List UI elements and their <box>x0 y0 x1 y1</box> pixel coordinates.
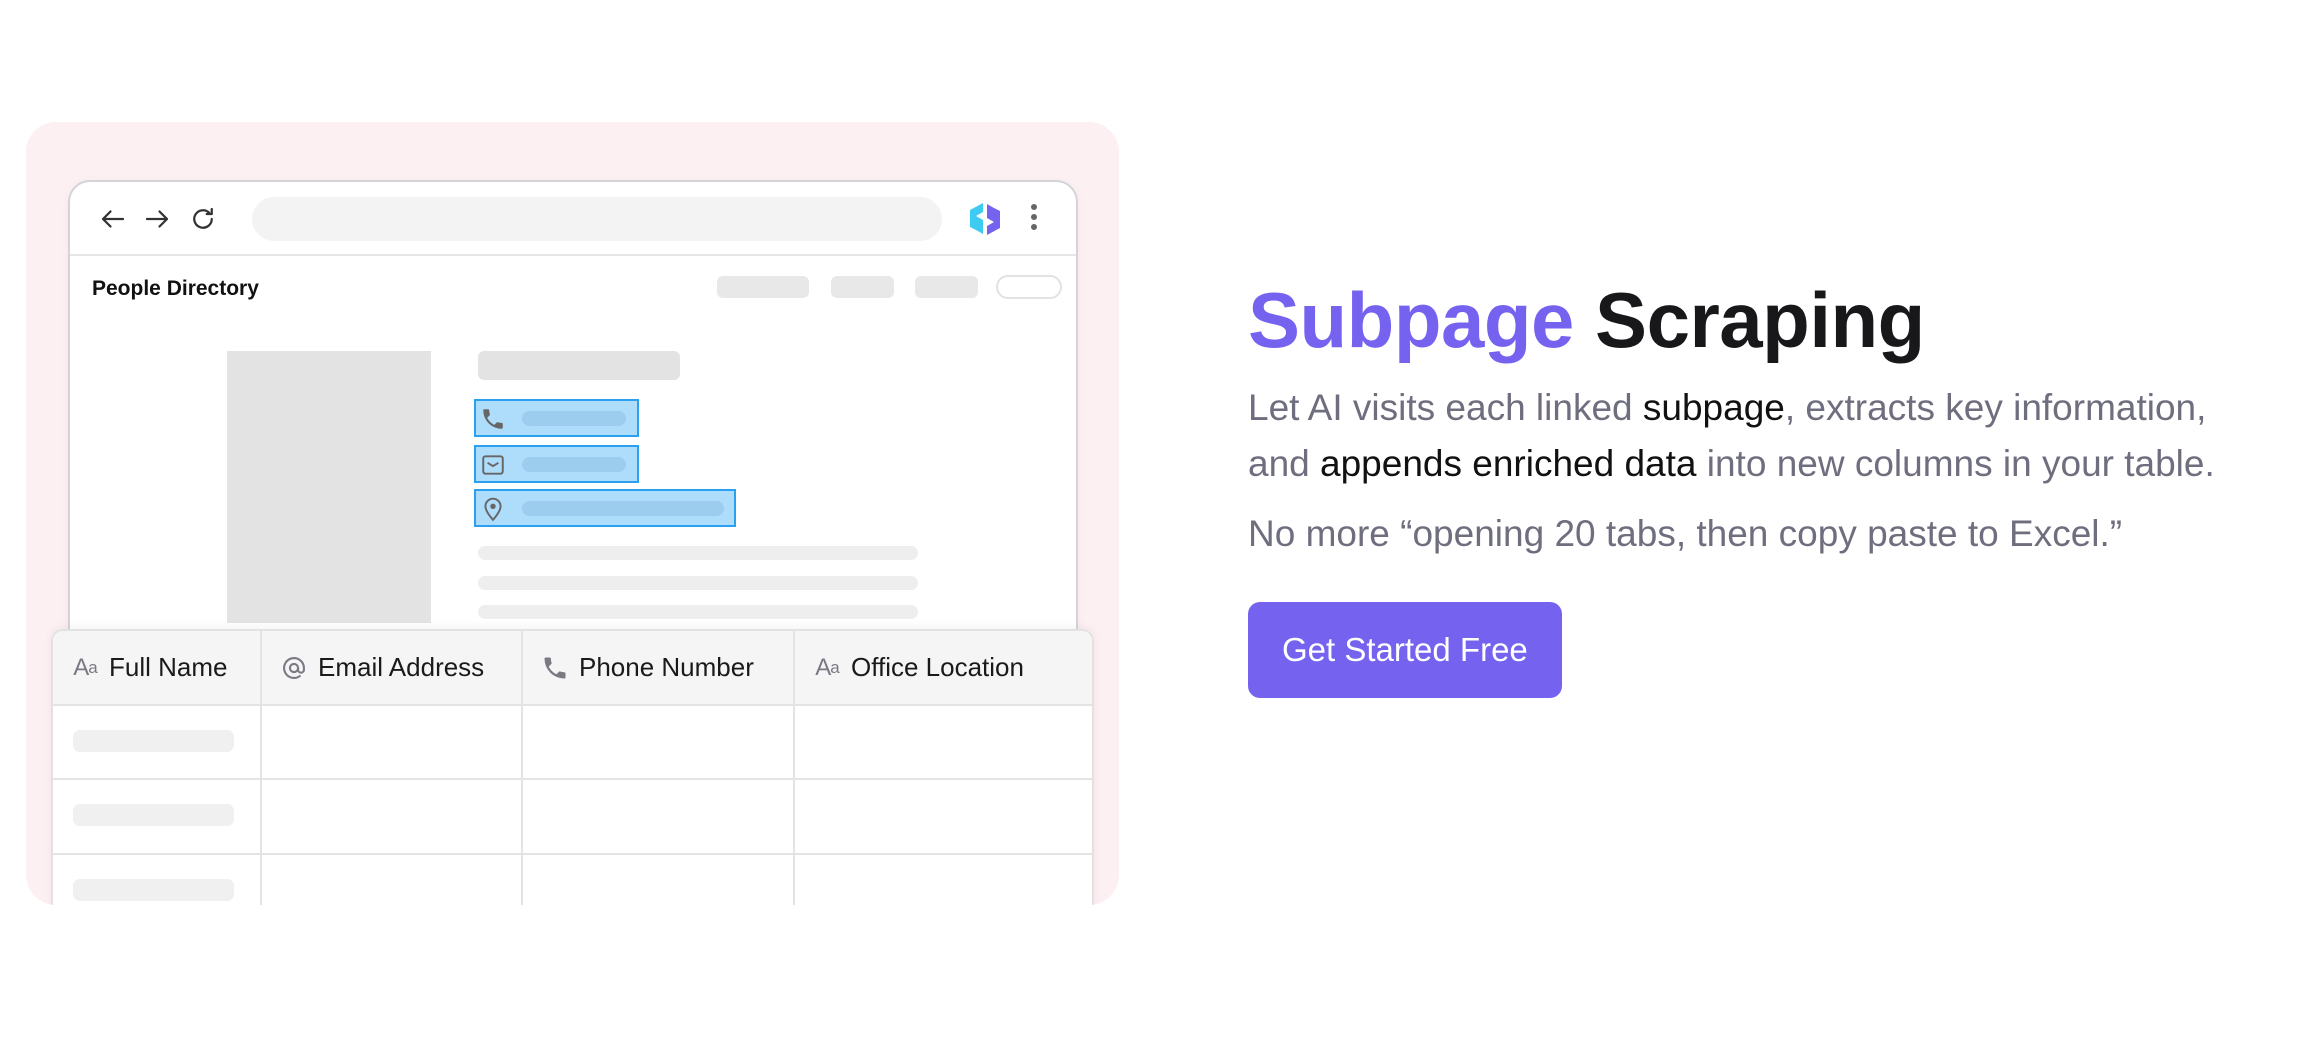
kebab-menu-icon[interactable] <box>1028 200 1040 236</box>
field-value-placeholder <box>522 457 626 472</box>
profile-name-placeholder <box>478 351 680 380</box>
table-header: Aa Full Name Email Address Phone Number … <box>53 631 1092 704</box>
browser-toolbar <box>70 182 1076 256</box>
column-header-phone-number[interactable]: Phone Number <box>523 631 795 704</box>
illustration-card: People Directory A a Full Name Email Add… <box>26 122 1119 905</box>
text-type-icon: Aa <box>73 653 98 681</box>
table-row <box>53 704 1092 779</box>
table-cell <box>523 706 795 779</box>
field-value-placeholder <box>522 411 626 426</box>
table-cell <box>795 780 1092 853</box>
nav-placeholder <box>915 276 978 298</box>
feature-description: Let AI visits each linked subpage, extra… <box>1248 380 2258 492</box>
column-label: Phone Number <box>579 652 754 682</box>
nav-placeholder <box>831 276 894 298</box>
description-text: into new columns in your table. <box>1696 443 2215 484</box>
get-started-button[interactable]: Get Started Free <box>1248 602 1562 698</box>
column-label: Email Address <box>318 652 485 682</box>
description-emphasis: subpage <box>1642 387 1785 428</box>
cell-placeholder <box>73 879 234 901</box>
feature-title-accent: Subpage <box>1248 276 1574 364</box>
column-header-office-location[interactable]: Aa Office Location <box>795 631 1092 704</box>
cell-placeholder <box>73 730 234 752</box>
table-cell <box>262 855 523 905</box>
highlighted-field-location <box>474 489 736 527</box>
location-pin-icon <box>480 496 506 522</box>
table-row <box>53 853 1092 905</box>
table-cell <box>53 706 262 779</box>
table-cell <box>262 706 523 779</box>
arrow-left-icon[interactable] <box>98 204 128 234</box>
column-header-full-name[interactable]: Aa Full Name <box>53 631 262 704</box>
cell-placeholder <box>73 804 234 826</box>
highlighted-field-email <box>474 445 639 483</box>
arrow-right-icon[interactable] <box>142 204 172 234</box>
table-row <box>53 778 1092 853</box>
reload-icon[interactable] <box>188 204 218 234</box>
text-type-icon: Aa <box>815 653 840 681</box>
data-table: Aa Full Name Email Address Phone Number … <box>51 629 1094 905</box>
mail-icon <box>480 452 506 478</box>
phone-icon <box>480 406 506 432</box>
table-cell <box>795 706 1092 779</box>
column-header-email-address[interactable]: Email Address <box>262 631 523 704</box>
nav-placeholder <box>717 276 809 298</box>
site-title: People Directory <box>92 277 259 300</box>
text-line-placeholder <box>478 546 918 560</box>
table-cell <box>53 855 262 905</box>
field-value-placeholder <box>522 501 724 516</box>
table-cell <box>523 780 795 853</box>
feature-section: Subpage Scraping Let AI visits each link… <box>1248 270 2258 698</box>
column-label: Office Location <box>851 652 1024 682</box>
text-line-placeholder <box>478 576 918 590</box>
highlighted-field-phone <box>474 399 639 437</box>
table-cell <box>795 855 1092 905</box>
table-cell <box>262 780 523 853</box>
feature-note: No more “opening 20 tabs, then copy past… <box>1248 513 2123 554</box>
feature-title: Subpage Scraping <box>1248 270 2258 370</box>
table-cell <box>53 780 262 853</box>
nav-button-placeholder <box>996 275 1062 299</box>
feature-title-rest: Scraping <box>1595 276 1925 364</box>
at-sign-icon <box>280 654 308 682</box>
description-text: Let AI visits each linked <box>1248 387 1643 428</box>
description-emphasis: appends enriched data <box>1320 443 1697 484</box>
table-cell <box>523 855 795 905</box>
profile-photo-placeholder <box>227 351 431 623</box>
address-bar[interactable] <box>252 197 942 241</box>
extension-logo-icon[interactable] <box>966 200 1004 238</box>
phone-icon <box>541 654 569 682</box>
text-line-placeholder <box>478 605 918 619</box>
column-label: Full Name <box>109 652 228 682</box>
